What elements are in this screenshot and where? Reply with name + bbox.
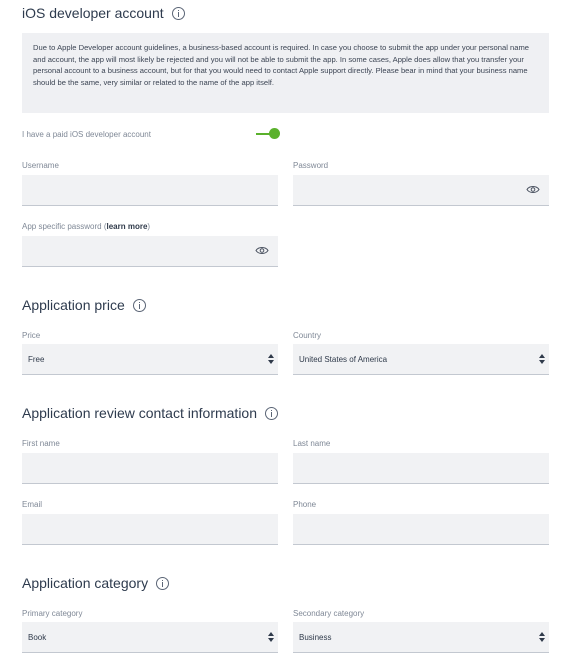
last-name-label: Last name bbox=[293, 439, 331, 448]
phone-input[interactable] bbox=[293, 514, 549, 545]
password-input[interactable] bbox=[293, 175, 549, 206]
username-label: Username bbox=[22, 161, 59, 170]
primary-category-value: Book bbox=[28, 632, 47, 642]
learn-more-link[interactable]: learn more bbox=[106, 222, 147, 231]
paid-account-toggle-label: I have a paid iOS developer account bbox=[22, 130, 151, 139]
primary-category-select[interactable]: Book bbox=[22, 622, 278, 653]
updown-caret-icon bbox=[268, 632, 274, 643]
ios-account-heading: iOS developer account bbox=[22, 5, 185, 21]
updown-caret-icon bbox=[539, 354, 545, 365]
secondary-category-value: Business bbox=[299, 632, 332, 642]
password-label: Password bbox=[293, 161, 329, 170]
review-contact-heading: Application review contact information bbox=[22, 405, 279, 421]
category-title: Application category bbox=[22, 575, 149, 591]
price-select[interactable]: Free bbox=[22, 344, 278, 375]
eye-icon[interactable] bbox=[526, 185, 540, 194]
secondary-category-label: Secondary category bbox=[293, 609, 365, 618]
country-value: United States of America bbox=[299, 354, 388, 364]
category-heading: Application category bbox=[22, 575, 170, 591]
paid-account-toggle[interactable] bbox=[256, 127, 280, 141]
last-name-input[interactable] bbox=[293, 453, 549, 484]
info-icon[interactable] bbox=[171, 6, 185, 20]
updown-caret-icon bbox=[539, 632, 545, 643]
app-password-input[interactable] bbox=[22, 236, 278, 267]
ios-account-title: iOS developer account bbox=[22, 5, 164, 21]
email-label: Email bbox=[22, 500, 43, 509]
first-name-label: First name bbox=[22, 439, 60, 448]
email-input[interactable] bbox=[22, 514, 278, 545]
first-name-input[interactable] bbox=[22, 453, 278, 484]
app-password-label-prefix: App specific password ( bbox=[22, 222, 107, 231]
primary-category-label: Primary category bbox=[22, 609, 83, 618]
review-contact-title: Application review contact information bbox=[22, 405, 258, 421]
price-heading: Application price bbox=[22, 297, 146, 313]
country-label: Country bbox=[293, 331, 322, 340]
country-select[interactable]: United States of America bbox=[293, 344, 549, 375]
eye-icon[interactable] bbox=[255, 246, 269, 255]
info-icon[interactable] bbox=[265, 406, 279, 420]
username-input[interactable] bbox=[22, 175, 278, 206]
info-icon[interactable] bbox=[156, 576, 170, 590]
account-guidelines-notice: Due to Apple Developer account guideline… bbox=[22, 33, 549, 113]
updown-caret-icon bbox=[268, 354, 274, 365]
price-title: Application price bbox=[22, 297, 125, 313]
secondary-category-select[interactable]: Business bbox=[293, 622, 549, 653]
price-label: Price bbox=[22, 331, 41, 340]
toggle-knob bbox=[269, 128, 280, 139]
phone-label: Phone bbox=[293, 500, 317, 509]
app-password-label-suffix: ) bbox=[147, 222, 151, 231]
info-icon[interactable] bbox=[132, 298, 146, 312]
app-password-label: App specific password (learn more) bbox=[22, 222, 150, 231]
price-value: Free bbox=[28, 354, 45, 364]
